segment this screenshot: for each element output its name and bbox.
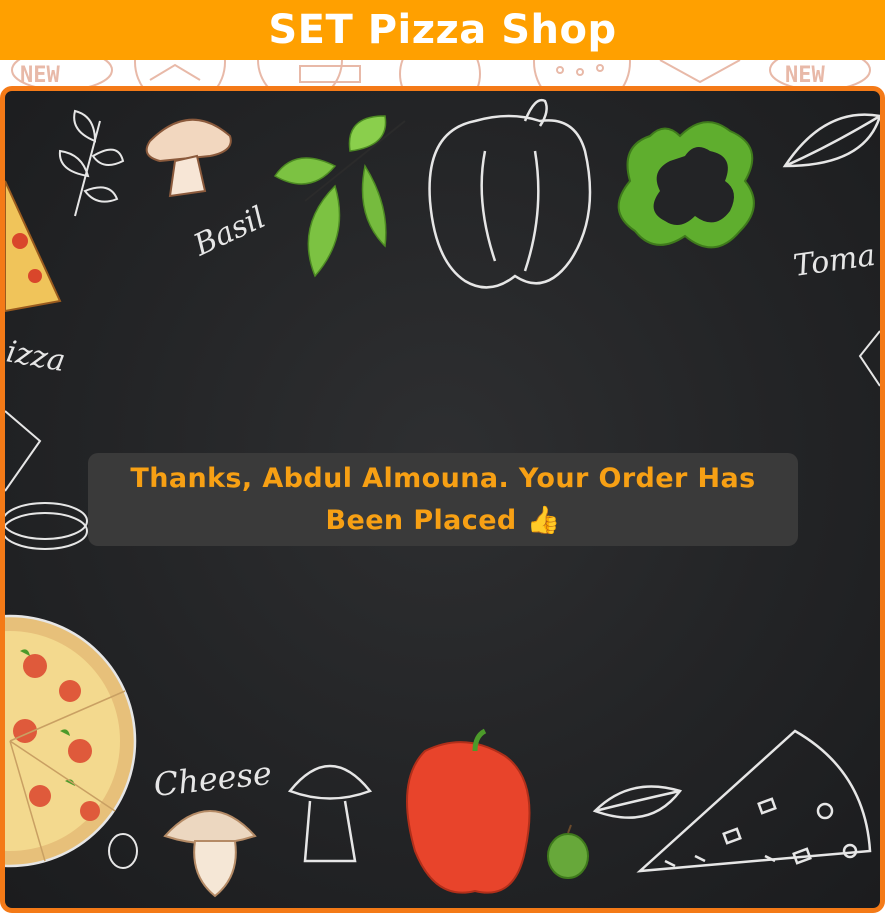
app-header: SET Pizza Shop [0, 0, 885, 60]
leaf-icon-bottom [592, 785, 683, 819]
pattern-label-new-right: NEW [785, 63, 825, 88]
tomato-label: Toma [791, 238, 877, 284]
pizza-slice-icon-left [5, 180, 62, 313]
mushroom-outline-icon [287, 764, 373, 863]
order-confirmation-box: Thanks, Abdul Almouna. Your Order Has Be… [88, 453, 798, 546]
pizza-slice-outline-icon [636, 729, 872, 873]
mushroom-icon-bottom [163, 810, 257, 898]
pizza-whole-icon [5, 614, 137, 868]
olive-outline-icon [108, 833, 138, 869]
red-pepper-icon [406, 728, 531, 894]
chalk-shapes-left [5, 410, 88, 550]
pepper-slice-icon [617, 121, 755, 249]
mushroom-icon-top [145, 118, 232, 198]
bell-pepper-outline-icon [428, 98, 592, 289]
leaf-icon-top-right [782, 113, 880, 168]
pattern-label-new-left: NEW [20, 63, 60, 88]
basil-leaves-icon [273, 115, 406, 278]
green-olive-icon [547, 824, 589, 879]
food-doodle-pattern: NEW NEW [11, 60, 871, 88]
basil-label: Basil [188, 200, 271, 264]
order-confirmation-message: Thanks, Abdul Almouna. Your Order Has Be… [130, 462, 756, 536]
shop-title: SET Pizza Shop [268, 7, 617, 53]
pizza-label: izza [5, 334, 68, 379]
decorative-pattern-strip: NEW NEW [0, 60, 885, 88]
herb-sprig-icon [58, 109, 125, 217]
cheese-label: Cheese [152, 754, 274, 804]
chalk-shape-right [858, 330, 880, 387]
chalkboard-panel: Basil Toma izza Cheese Thanks, Abdul Alm… [0, 86, 885, 913]
